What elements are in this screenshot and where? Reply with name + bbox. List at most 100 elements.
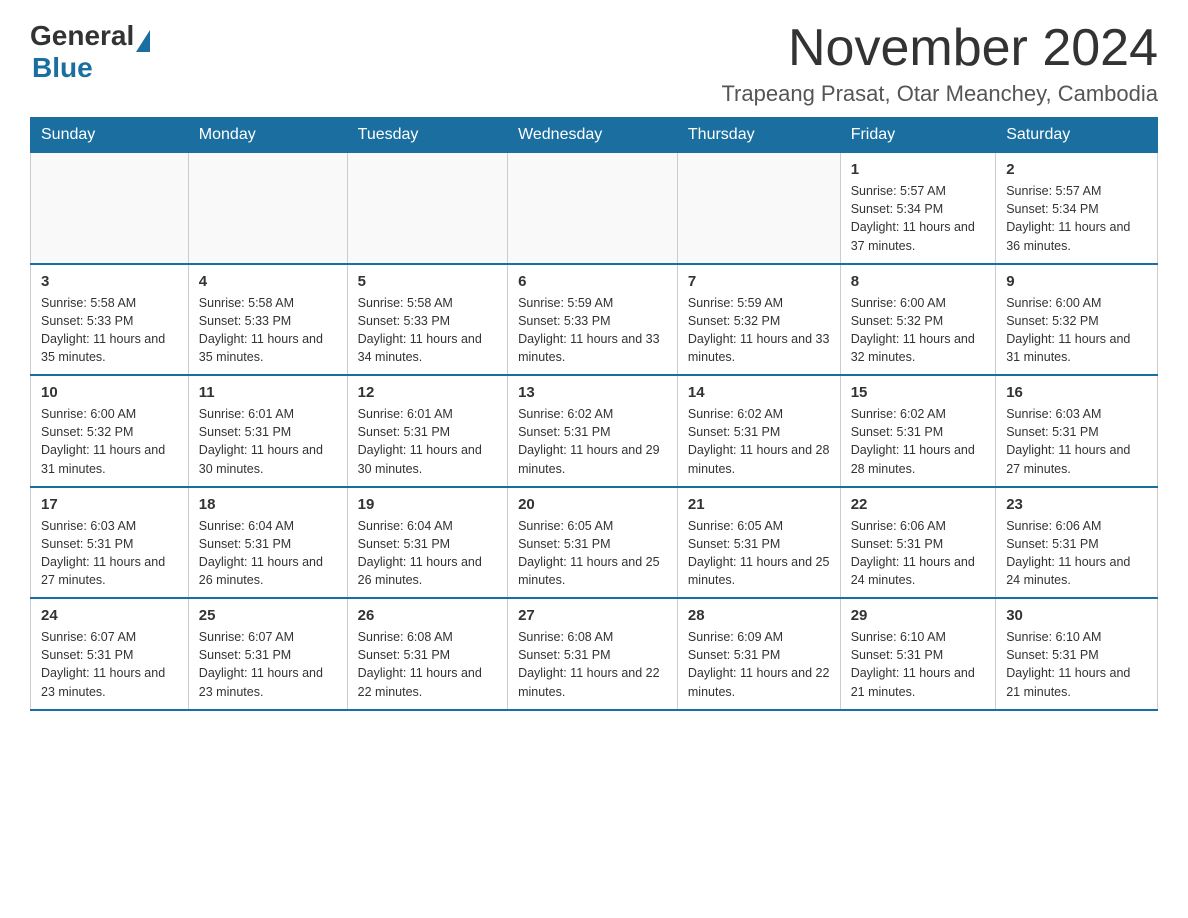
calendar-cell: 30 Sunrise: 6:10 AM Sunset: 5:31 PM Dayli… [996,598,1158,710]
calendar-cell: 22 Sunrise: 6:06 AM Sunset: 5:31 PM Dayli… [840,487,996,599]
day-number: 13 [518,384,667,401]
header-monday: Monday [188,118,347,153]
day-info: Sunrise: 6:00 AM Sunset: 5:32 PM Dayligh… [1006,294,1147,367]
header-tuesday: Tuesday [347,118,507,153]
logo: General Blue [30,20,150,84]
day-number: 16 [1006,384,1147,401]
day-info: Sunrise: 6:08 AM Sunset: 5:31 PM Dayligh… [518,628,667,701]
calendar-cell: 18 Sunrise: 6:04 AM Sunset: 5:31 PM Dayli… [188,487,347,599]
calendar-week-row: 17 Sunrise: 6:03 AM Sunset: 5:31 PM Dayli… [31,487,1158,599]
day-number: 24 [41,607,178,624]
calendar-header-row: SundayMondayTuesdayWednesdayThursdayFrid… [31,118,1158,153]
calendar-table: SundayMondayTuesdayWednesdayThursdayFrid… [30,117,1158,711]
calendar-cell: 2 Sunrise: 5:57 AM Sunset: 5:34 PM Daylig… [996,153,1158,264]
location-subtitle: Trapeang Prasat, Otar Meanchey, Cambodia [721,81,1158,107]
calendar-cell: 19 Sunrise: 6:04 AM Sunset: 5:31 PM Dayli… [347,487,507,599]
day-info: Sunrise: 5:58 AM Sunset: 5:33 PM Dayligh… [199,294,337,367]
calendar-cell: 4Sunrise: 5:58 AM Sunset: 5:33 PM Daylig… [188,264,347,376]
day-info: Sunrise: 6:01 AM Sunset: 5:31 PM Dayligh… [199,405,337,478]
calendar-cell: 26 Sunrise: 6:08 AM Sunset: 5:31 PM Dayli… [347,598,507,710]
day-number: 15 [851,384,986,401]
day-number: 11 [199,384,337,401]
day-number: 18 [199,496,337,513]
calendar-cell: 14Sunrise: 6:02 AM Sunset: 5:31 PM Dayli… [677,375,840,487]
calendar-cell [347,153,507,264]
day-info: Sunrise: 6:02 AM Sunset: 5:31 PM Dayligh… [518,405,667,478]
calendar-cell: 8Sunrise: 6:00 AM Sunset: 5:32 PM Daylig… [840,264,996,376]
day-info: Sunrise: 6:03 AM Sunset: 5:31 PM Dayligh… [1006,405,1147,478]
calendar-week-row: 1 Sunrise: 5:57 AM Sunset: 5:34 PM Daylig… [31,153,1158,264]
day-info: Sunrise: 6:07 AM Sunset: 5:31 PM Dayligh… [199,628,337,701]
header-sunday: Sunday [31,118,189,153]
header-saturday: Saturday [996,118,1158,153]
calendar-cell: 20 Sunrise: 6:05 AM Sunset: 5:31 PM Dayli… [508,487,678,599]
day-info: Sunrise: 6:03 AM Sunset: 5:31 PM Dayligh… [41,517,178,590]
day-info: Sunrise: 6:04 AM Sunset: 5:31 PM Dayligh… [358,517,497,590]
day-info: Sunrise: 6:05 AM Sunset: 5:31 PM Dayligh… [518,517,667,590]
logo-general-text: General [30,20,134,52]
calendar-week-row: 3Sunrise: 5:58 AM Sunset: 5:33 PM Daylig… [31,264,1158,376]
calendar-cell: 12 Sunrise: 6:01 AM Sunset: 5:31 PM Dayli… [347,375,507,487]
calendar-cell: 23 Sunrise: 6:06 AM Sunset: 5:31 PM Dayli… [996,487,1158,599]
calendar-cell: 13 Sunrise: 6:02 AM Sunset: 5:31 PM Dayli… [508,375,678,487]
day-info: Sunrise: 6:01 AM Sunset: 5:31 PM Dayligh… [358,405,497,478]
calendar-cell: 11 Sunrise: 6:01 AM Sunset: 5:31 PM Dayli… [188,375,347,487]
logo-blue-text: Blue [32,52,93,84]
calendar-cell [508,153,678,264]
day-number: 19 [358,496,497,513]
calendar-week-row: 10Sunrise: 6:00 AM Sunset: 5:32 PM Dayli… [31,375,1158,487]
day-number: 2 [1006,161,1147,178]
calendar-cell: 16 Sunrise: 6:03 AM Sunset: 5:31 PM Dayli… [996,375,1158,487]
day-info: Sunrise: 5:57 AM Sunset: 5:34 PM Dayligh… [1006,182,1147,255]
day-info: Sunrise: 6:10 AM Sunset: 5:31 PM Dayligh… [1006,628,1147,701]
day-number: 20 [518,496,667,513]
day-number: 30 [1006,607,1147,624]
day-info: Sunrise: 5:59 AM Sunset: 5:32 PM Dayligh… [688,294,830,367]
calendar-cell: 15 Sunrise: 6:02 AM Sunset: 5:31 PM Dayli… [840,375,996,487]
day-info: Sunrise: 6:04 AM Sunset: 5:31 PM Dayligh… [199,517,337,590]
calendar-cell: 1 Sunrise: 5:57 AM Sunset: 5:34 PM Daylig… [840,153,996,264]
month-title: November 2024 [721,20,1158,77]
calendar-cell [677,153,840,264]
day-info: Sunrise: 5:58 AM Sunset: 5:33 PM Dayligh… [358,294,497,367]
day-number: 29 [851,607,986,624]
day-info: Sunrise: 5:57 AM Sunset: 5:34 PM Dayligh… [851,182,986,255]
day-info: Sunrise: 6:08 AM Sunset: 5:31 PM Dayligh… [358,628,497,701]
day-number: 8 [851,273,986,290]
day-info: Sunrise: 6:06 AM Sunset: 5:31 PM Dayligh… [851,517,986,590]
day-info: Sunrise: 6:02 AM Sunset: 5:31 PM Dayligh… [851,405,986,478]
day-number: 7 [688,273,830,290]
calendar-cell: 9 Sunrise: 6:00 AM Sunset: 5:32 PM Daylig… [996,264,1158,376]
day-info: Sunrise: 6:07 AM Sunset: 5:31 PM Dayligh… [41,628,178,701]
day-number: 22 [851,496,986,513]
day-info: Sunrise: 6:10 AM Sunset: 5:31 PM Dayligh… [851,628,986,701]
day-info: Sunrise: 5:58 AM Sunset: 5:33 PM Dayligh… [41,294,178,367]
day-number: 25 [199,607,337,624]
calendar-cell: 29 Sunrise: 6:10 AM Sunset: 5:31 PM Dayli… [840,598,996,710]
day-number: 26 [358,607,497,624]
day-info: Sunrise: 6:06 AM Sunset: 5:31 PM Dayligh… [1006,517,1147,590]
day-number: 14 [688,384,830,401]
header-friday: Friday [840,118,996,153]
day-number: 27 [518,607,667,624]
header: General Blue November 2024 Trapeang Pras… [30,20,1158,107]
day-number: 9 [1006,273,1147,290]
calendar-cell: 25 Sunrise: 6:07 AM Sunset: 5:31 PM Dayli… [188,598,347,710]
day-number: 23 [1006,496,1147,513]
day-number: 17 [41,496,178,513]
title-area: November 2024 Trapeang Prasat, Otar Mean… [721,20,1158,107]
calendar-cell [188,153,347,264]
calendar-week-row: 24 Sunrise: 6:07 AM Sunset: 5:31 PM Dayli… [31,598,1158,710]
day-number: 12 [358,384,497,401]
day-number: 1 [851,161,986,178]
day-number: 5 [358,273,497,290]
calendar-cell: 27 Sunrise: 6:08 AM Sunset: 5:31 PM Dayli… [508,598,678,710]
calendar-cell: 17 Sunrise: 6:03 AM Sunset: 5:31 PM Dayli… [31,487,189,599]
calendar-cell: 21Sunrise: 6:05 AM Sunset: 5:31 PM Dayli… [677,487,840,599]
day-number: 6 [518,273,667,290]
header-thursday: Thursday [677,118,840,153]
calendar-cell: 5 Sunrise: 5:58 AM Sunset: 5:33 PM Daylig… [347,264,507,376]
header-wednesday: Wednesday [508,118,678,153]
calendar-cell: 10Sunrise: 6:00 AM Sunset: 5:32 PM Dayli… [31,375,189,487]
calendar-cell: 24 Sunrise: 6:07 AM Sunset: 5:31 PM Dayli… [31,598,189,710]
